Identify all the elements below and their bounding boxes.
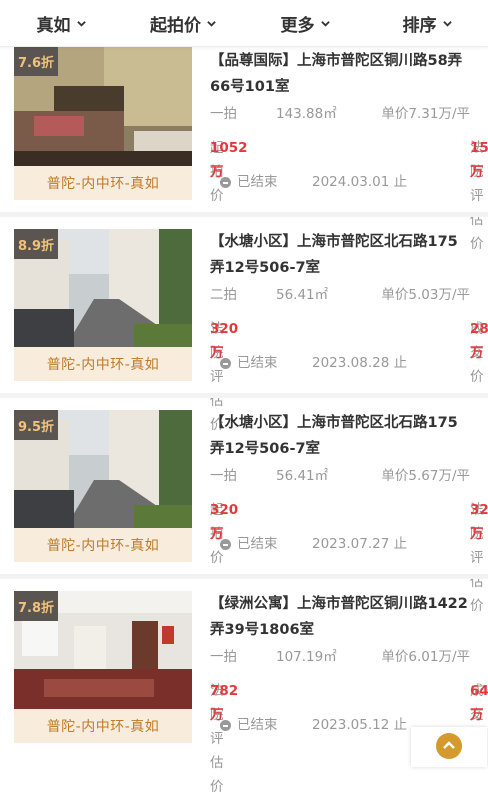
- chevron-down-icon: [442, 20, 452, 27]
- location-tag: 普陀-内中环-真如: [14, 166, 192, 200]
- status-label: 已结束: [237, 174, 278, 190]
- auction-round: 一拍: [210, 468, 237, 484]
- filter-area[interactable]: 真如: [0, 0, 122, 46]
- listing-info-row: 一拍 143.88㎡ 单价7.31万/平: [210, 102, 470, 126]
- listing-title[interactable]: 【水塘小区】上海市普陀区北石路175弄12号506-7室: [210, 410, 472, 462]
- listing-card[interactable]: 8.9折 普陀-内中环-真如 【水塘小区】上海市普陀区北石路175弄12号506…: [0, 227, 488, 433]
- discount-badge: 7.8折: [14, 591, 58, 621]
- price-right-value: 645万: [470, 683, 488, 723]
- filter-more-label: 更多: [280, 15, 315, 36]
- listing-info-row: 一拍 56.41㎡ 单价5.67万/平: [210, 464, 470, 488]
- unit-price: 单价5.67万/平: [381, 468, 470, 484]
- listing-price-row: 法院评估价 320万 成交价 284万: [210, 317, 488, 433]
- listing-info-row: 一拍 107.19㎡ 单价6.01万/平: [210, 645, 470, 669]
- listing-title[interactable]: 【绿洲公寓】上海市普陀区铜川路1422弄39号1806室: [210, 591, 472, 643]
- auction-round: 一拍: [210, 649, 237, 665]
- auction-status: 已结束 2023.08.28 止: [210, 351, 470, 375]
- filter-sort-label: 排序: [402, 15, 437, 36]
- status-label: 已结束: [237, 536, 278, 552]
- listing-price-row: 起拍价 320万 法院评估价 320万: [210, 498, 488, 614]
- divider: [0, 212, 488, 217]
- listing-title[interactable]: 【品尊国际】上海市普陀区铜川路58弄66号101室: [210, 48, 472, 100]
- listing-photo: 9.5折: [14, 410, 192, 530]
- minus-circle-icon: [220, 177, 231, 188]
- discount-badge: 8.9折: [14, 229, 58, 259]
- chevron-up-icon: [443, 741, 455, 749]
- filter-more[interactable]: 更多: [244, 0, 366, 46]
- filter-start-price[interactable]: 起拍价: [122, 0, 244, 46]
- area-value: 56.41㎡: [276, 287, 329, 303]
- minus-circle-icon: [220, 539, 231, 550]
- listing-info-row: 二拍 56.41㎡ 单价5.03万/平: [210, 283, 470, 307]
- listing-card[interactable]: 9.5折 普陀-内中环-真如 【水塘小区】上海市普陀区北石路175弄12号506…: [0, 408, 488, 614]
- status-label: 已结束: [237, 355, 278, 371]
- location-tag: 普陀-内中环-真如: [14, 709, 192, 743]
- price-right-value: 1502万: [470, 140, 488, 180]
- listing-photo: 7.8折: [14, 591, 192, 711]
- minus-circle-icon: [220, 720, 231, 731]
- auction-round: 一拍: [210, 106, 237, 122]
- status-label: 已结束: [237, 717, 278, 733]
- back-to-top-circle: [436, 733, 462, 759]
- unit-price: 单价6.01万/平: [381, 649, 470, 665]
- listing-price-row: 起拍价 1052万 法院评估价 1502万: [210, 136, 488, 252]
- listing-photo: 7.6折: [14, 46, 192, 166]
- discount-badge: 9.5折: [14, 410, 58, 440]
- filter-area-label: 真如: [36, 15, 71, 36]
- listing-price-row: 法院评估价 782万 成交价 645万: [210, 679, 488, 795]
- chevron-down-icon: [76, 20, 86, 27]
- discount-badge: 7.6折: [14, 46, 58, 76]
- divider: [0, 574, 488, 579]
- listing-photo: 8.9折: [14, 229, 192, 349]
- end-date: 2023.08.28 止: [312, 355, 408, 371]
- listing-card[interactable]: 7.6折 普陀-内中环-真如 【品尊国际】上海市普陀区铜川路58弄66号101室…: [0, 46, 488, 252]
- area-value: 56.41㎡: [276, 468, 329, 484]
- location-tag: 普陀-内中环-真如: [14, 528, 192, 562]
- auction-round: 二拍: [210, 287, 237, 303]
- location-tag: 普陀-内中环-真如: [14, 347, 192, 381]
- divider: [0, 393, 488, 398]
- filter-sort[interactable]: 排序: [366, 0, 488, 46]
- auction-status: 已结束 2023.07.27 止: [210, 532, 470, 556]
- area-value: 107.19㎡: [276, 649, 337, 665]
- price-right-value: 320万: [470, 502, 488, 542]
- unit-price: 单价7.31万/平: [381, 106, 470, 122]
- chevron-down-icon: [207, 20, 216, 27]
- minus-circle-icon: [220, 358, 231, 369]
- filter-bar: 真如 起拍价 更多 排序: [0, 0, 488, 47]
- listing-title[interactable]: 【水塘小区】上海市普陀区北石路175弄12号506-7室: [210, 229, 472, 281]
- price-right-value: 284万: [470, 321, 488, 361]
- back-to-top-button[interactable]: [411, 727, 487, 767]
- chevron-down-icon: [320, 20, 330, 27]
- area-value: 143.88㎡: [276, 106, 337, 122]
- auction-status: 已结束 2024.03.01 止: [210, 170, 470, 194]
- filter-start-price-label: 起拍价: [150, 15, 201, 36]
- end-date: 2023.05.12 止: [312, 717, 408, 733]
- end-date: 2024.03.01 止: [312, 174, 408, 190]
- unit-price: 单价5.03万/平: [381, 287, 470, 303]
- end-date: 2023.07.27 止: [312, 536, 408, 552]
